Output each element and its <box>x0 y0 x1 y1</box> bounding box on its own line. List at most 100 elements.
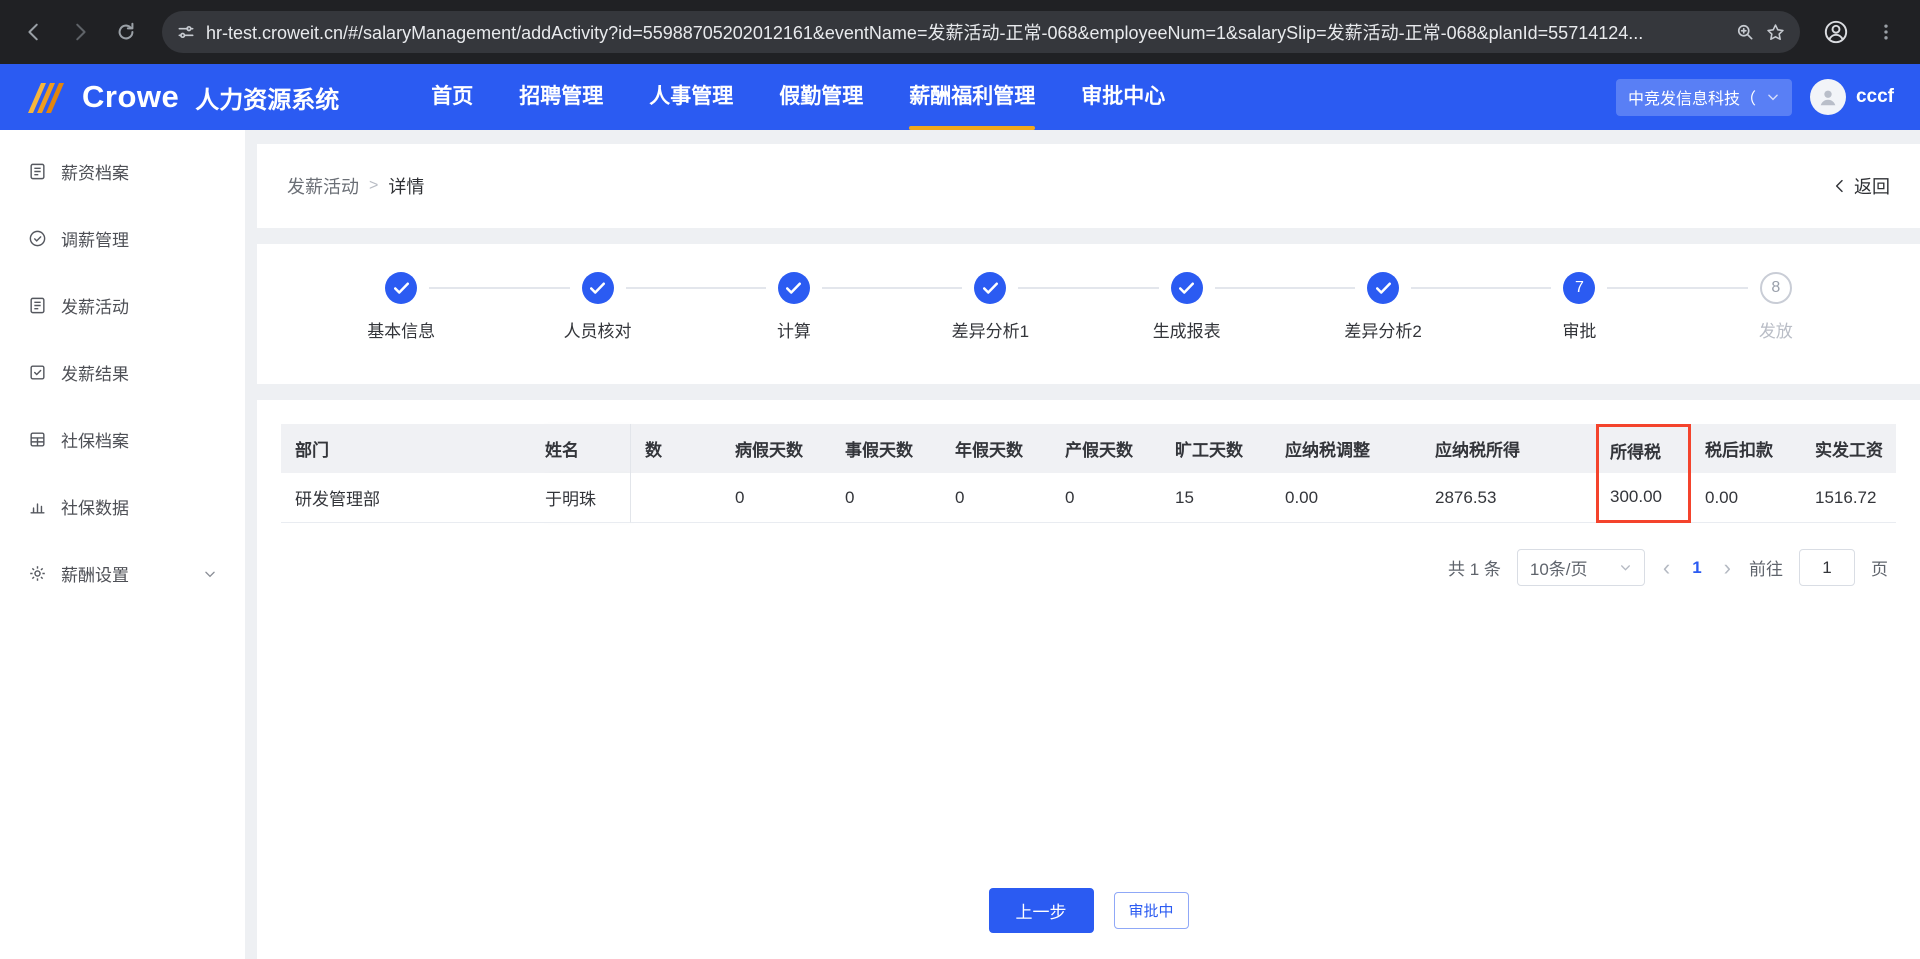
nav-salary-benefits[interactable]: 薪酬福利管理 <box>909 64 1035 130</box>
prev-page-icon[interactable]: ‹ <box>1661 557 1672 579</box>
chevron-down-icon <box>203 567 217 581</box>
adjust-icon <box>28 229 47 248</box>
cell-sick-leave-days: 0 <box>721 473 831 523</box>
step-done-icon <box>582 272 614 304</box>
sidebar-item-label: 薪资档案 <box>61 159 217 184</box>
sidebar-item-social-data[interactable]: 社保数据 <box>0 473 245 540</box>
step-calculate: 计算 <box>696 272 892 342</box>
col-personal-leave-days: 事假天数 <box>831 424 941 473</box>
cell-taxable-adjustment: 0.00 <box>1271 473 1421 523</box>
step-done-icon <box>1171 272 1203 304</box>
cell-net-pay: 1516.72 <box>1801 473 1896 523</box>
document-icon <box>28 296 47 315</box>
col-after-tax-deduction: 税后扣款 <box>1691 424 1801 473</box>
url-text[interactable]: hr-test.croweit.cn/#/salaryManagement/ad… <box>206 19 1725 45</box>
site-info-icon[interactable] <box>176 22 196 42</box>
sidebar-item-payroll-activity[interactable]: 发薪活动 <box>0 272 245 339</box>
cell-name: 于明珠 <box>531 473 631 523</box>
step-done-icon <box>385 272 417 304</box>
nav-approval-center[interactable]: 审批中心 <box>1081 64 1165 130</box>
page-size-value: 10条/页 <box>1530 555 1611 580</box>
step-approval-current: 7 审批 <box>1481 272 1677 342</box>
brand-name: Crowe <box>82 79 179 115</box>
breadcrumb-detail: 详情 <box>388 173 424 199</box>
sidebar-item-label: 社保数据 <box>61 494 217 519</box>
app-header: Crowe 人力资源系统 首页 招聘管理 人事管理 假勤管理 薪酬福利管理 审批… <box>0 64 1920 130</box>
col-taxable-income: 应纳税所得 <box>1421 424 1596 473</box>
cell-maternity-leave-days: 0 <box>1051 473 1161 523</box>
col-maternity-leave-days: 产假天数 <box>1051 424 1161 473</box>
step-label: 计算 <box>777 317 811 342</box>
chevron-down-icon <box>1619 561 1632 574</box>
browser-chrome: hr-test.croweit.cn/#/salaryManagement/ad… <box>0 0 1920 64</box>
sidebar-item-salary-settings[interactable]: 薪酬设置 <box>0 540 245 607</box>
grid-table-icon <box>28 430 47 449</box>
browser-refresh-button[interactable] <box>106 12 146 52</box>
current-page[interactable]: 1 <box>1688 558 1705 578</box>
sidebar-item-salary-adjust[interactable]: 调薪管理 <box>0 205 245 272</box>
address-bar[interactable]: hr-test.croweit.cn/#/salaryManagement/ad… <box>162 11 1800 53</box>
step-label: 差异分析2 <box>1344 317 1421 342</box>
col-income-tax-highlighted: 所得税 <box>1596 424 1691 473</box>
top-navigation: 首页 招聘管理 人事管理 假勤管理 薪酬福利管理 审批中心 <box>431 64 1165 130</box>
previous-step-button[interactable]: 上一步 <box>988 888 1093 933</box>
cell-annual-leave-days: 0 <box>941 473 1051 523</box>
brand-block[interactable]: Crowe 人力资源系统 <box>26 79 339 115</box>
col-sick-leave-days: 病假天数 <box>721 424 831 473</box>
salary-table-card: 部门 姓名 数 病假天数 事假天数 年假天数 产假天数 旷工天数 应纳税调整 应… <box>257 400 1920 959</box>
next-page-icon[interactable]: › <box>1722 557 1733 579</box>
pagination-total: 共 1 条 <box>1448 555 1501 580</box>
step-generate-report: 生成报表 <box>1089 272 1285 342</box>
company-select[interactable]: 中竞发信息科技（ <box>1616 79 1792 116</box>
col-absence-days: 旷工天数 <box>1161 424 1271 473</box>
goto-page-input[interactable] <box>1799 549 1855 586</box>
zoom-icon[interactable] <box>1735 22 1755 42</box>
step-number: 7 <box>1563 272 1595 304</box>
sidebar: 薪资档案 调薪管理 发薪活动 发薪结果 社保档案 社保数据 薪酬设置 <box>0 130 245 959</box>
back-button[interactable]: 返回 <box>1832 173 1890 199</box>
bookmark-star-icon[interactable] <box>1765 22 1786 43</box>
step-people-check: 人员核对 <box>499 272 695 342</box>
sidebar-item-label: 发薪活动 <box>61 293 217 318</box>
step-label: 差异分析1 <box>952 317 1029 342</box>
step-distribute: 8 发放 <box>1678 272 1874 342</box>
wizard-stepper: 基本信息 人员核对 计算 差异分析1 生成报表 <box>303 272 1874 342</box>
step-label: 审批 <box>1562 317 1596 342</box>
document-icon <box>28 162 47 181</box>
nav-recruiting[interactable]: 招聘管理 <box>519 64 603 130</box>
sidebar-item-payroll-result[interactable]: 发薪结果 <box>0 339 245 406</box>
col-annual-leave-days: 年假天数 <box>941 424 1051 473</box>
breadcrumb: 发薪活动 > 详情 <box>287 173 424 199</box>
step-number: 8 <box>1760 272 1792 304</box>
goto-label: 前往 <box>1749 555 1783 580</box>
step-diff-analysis-2: 差异分析2 <box>1285 272 1481 342</box>
salary-table: 部门 姓名 数 病假天数 事假天数 年假天数 产假天数 旷工天数 应纳税调整 应… <box>281 424 1896 523</box>
browser-back-button[interactable] <box>14 12 54 52</box>
breadcrumb-payroll-activity[interactable]: 发薪活动 <box>287 173 359 199</box>
result-check-icon <box>28 363 47 382</box>
approval-status-button[interactable]: 审批中 <box>1113 892 1188 929</box>
cell-taxable-income: 2876.53 <box>1421 473 1596 523</box>
browser-menu-icon[interactable] <box>1866 12 1906 52</box>
bar-chart-icon <box>28 497 47 516</box>
nav-attendance[interactable]: 假勤管理 <box>779 64 863 130</box>
sidebar-item-social-archive[interactable]: 社保档案 <box>0 406 245 473</box>
sidebar-item-label: 社保档案 <box>61 427 217 452</box>
page-size-select[interactable]: 10条/页 <box>1517 549 1645 586</box>
pagination: 共 1 条 10条/页 ‹ 1 › 前往 页 <box>281 549 1896 586</box>
browser-forward-button[interactable] <box>60 12 100 52</box>
nav-personnel[interactable]: 人事管理 <box>649 64 733 130</box>
sidebar-item-label: 发薪结果 <box>61 360 217 385</box>
product-title: 人力资源系统 <box>195 80 339 115</box>
chevron-left-icon <box>1832 178 1848 194</box>
account-menu[interactable]: cccf <box>1810 79 1894 115</box>
company-select-value: 中竞发信息科技（ <box>1628 85 1756 109</box>
gear-icon <box>28 564 47 583</box>
step-done-icon <box>1367 272 1399 304</box>
breadcrumb-separator-icon: > <box>369 177 378 195</box>
step-diff-analysis-1: 差异分析1 <box>892 272 1088 342</box>
sidebar-item-salary-archive[interactable]: 薪资档案 <box>0 138 245 205</box>
browser-profile-icon[interactable] <box>1816 12 1856 52</box>
nav-home[interactable]: 首页 <box>431 64 473 130</box>
step-label: 生成报表 <box>1153 317 1221 342</box>
